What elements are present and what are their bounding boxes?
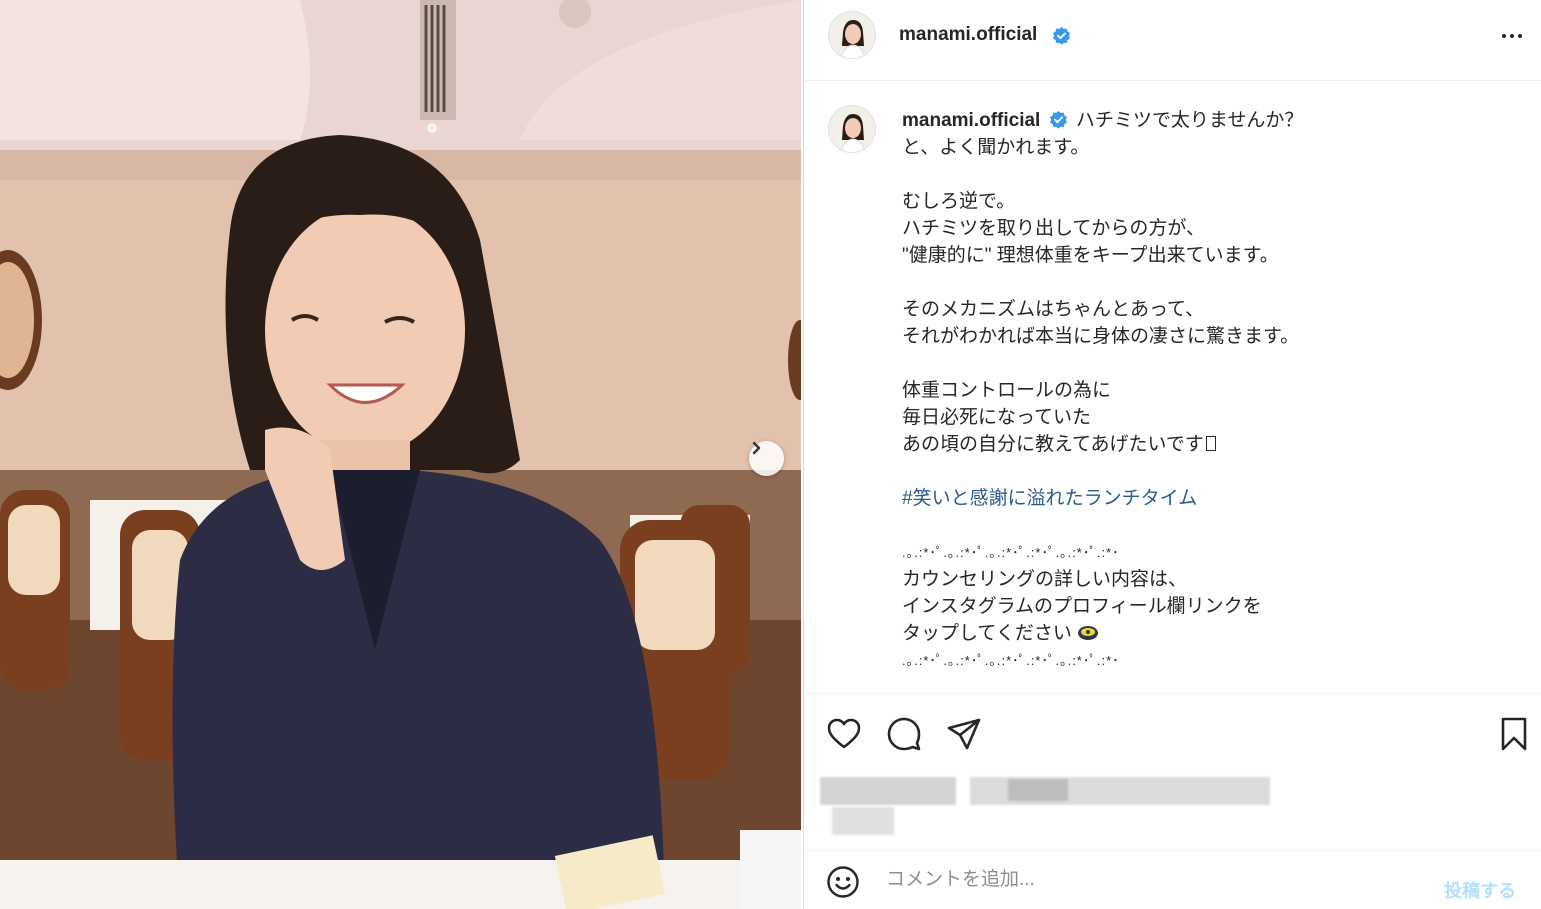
more-options-button[interactable] — [1496, 24, 1528, 48]
post-sidebar: manami.official manami.official ハチミツで太りま… — [803, 0, 1541, 909]
caption-line: インスタグラムのプロフィール欄リンクを — [902, 596, 1262, 617]
photo-illustration — [0, 0, 801, 909]
avatar-image — [829, 106, 875, 152]
post-author-username[interactable]: manami.official — [899, 24, 1037, 46]
caption-avatar[interactable] — [828, 105, 876, 153]
caption-line: と、よく聞かれます。 — [902, 137, 1090, 158]
more-horizontal-icon — [1502, 34, 1506, 38]
send-icon[interactable] — [946, 716, 982, 752]
smiley-icon[interactable] — [826, 865, 860, 899]
caption-divider: .｡.:*･ﾟ.｡.:*･ﾟ.｡.:*･ﾟ.:*･ﾟ.｡.:*･ﾟ.:*･ — [902, 653, 1120, 668]
caption-section: manami.official ハチミツで太りませんか？ と、よく聞かれます。 … — [804, 81, 1541, 693]
next-photo-button[interactable] — [749, 441, 784, 476]
action-bar — [804, 693, 1541, 773]
caption-text: manami.official ハチミツで太りませんか？ と、よく聞かれます。 … — [902, 107, 1522, 674]
likes-summary-redacted — [818, 773, 1278, 843]
caption-line: むしろ逆で。 — [902, 191, 1016, 212]
comment-bar: 投稿する — [804, 850, 1541, 909]
post-header: manami.official — [804, 0, 1541, 81]
verified-badge-icon — [1053, 26, 1070, 45]
comment-input[interactable] — [886, 865, 1406, 895]
caption-line: 毎日必死になっていた — [902, 407, 1092, 428]
pointing-emoji-icon — [1078, 626, 1099, 640]
chevron-right-icon — [752, 441, 761, 455]
post-comment-button[interactable]: 投稿する — [1444, 877, 1516, 903]
caption-line: "健康的に" 理想体重をキープ出来ています。 — [902, 245, 1279, 266]
caption-line: カウンセリングの詳しい内容は、 — [902, 569, 1188, 590]
avatar[interactable] — [828, 11, 876, 59]
avatar-image — [829, 12, 875, 58]
post-photo — [0, 0, 801, 909]
caption-line: ハチミツを取り出してからの方が、 — [902, 218, 1206, 239]
missing-glyph-icon — [1205, 436, 1216, 451]
caption-line: それがわかれば本当に身体の凄さに驚きます。 — [902, 326, 1300, 347]
caption-line: 体重コントロールの為に — [902, 380, 1112, 401]
bookmark-icon[interactable] — [1496, 716, 1532, 752]
comment-icon[interactable] — [886, 716, 922, 752]
caption-line: あの頃の自分に教えてあげたいです — [902, 434, 1204, 455]
caption-line: そのメカニズムはちゃんとあって、 — [902, 299, 1205, 320]
caption-username[interactable]: manami.official — [902, 110, 1040, 131]
verified-badge-icon — [1049, 110, 1067, 129]
caption-divider: .｡.:*･ﾟ.｡.:*･ﾟ.｡.:*･ﾟ.:*･ﾟ.｡.:*･ﾟ.:*･ — [902, 545, 1120, 560]
caption-line: ハチミツで太りませんか？ — [1075, 110, 1304, 131]
hashtag-link[interactable]: #笑いと感謝に溢れたランチタイム — [902, 485, 1522, 512]
caption-line: タップしてください — [902, 623, 1072, 644]
heart-icon[interactable] — [826, 716, 862, 752]
